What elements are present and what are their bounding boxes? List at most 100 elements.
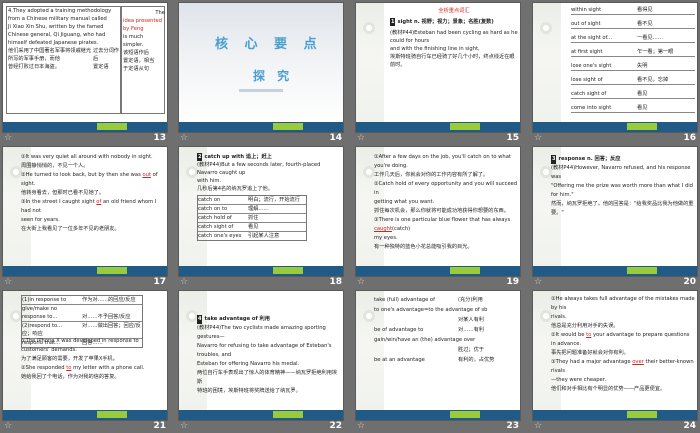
- sentence-part: ②It would be: [551, 332, 585, 338]
- phrase-row: within sight 看得见: [571, 6, 695, 15]
- answer-blank: out: [142, 172, 151, 178]
- text-line: with him.: [197, 178, 222, 184]
- vocab-heading-text: sight n. 视野；视力；景象；名胜(复数): [397, 19, 494, 25]
- phrase-cn: 乍一看；第一眼: [637, 49, 674, 55]
- footer-label: [450, 123, 480, 130]
- slide-23[interactable]: take (full) advantage of (充分)利用 to one's …: [355, 290, 521, 421]
- phrase-row: be of advantage to 对……有利: [374, 325, 518, 335]
- text-line: 4.They adopted a training methodology: [8, 8, 112, 14]
- cell-line: is much simpler.: [123, 34, 144, 48]
- phrase-en: catch sight of: [198, 224, 234, 230]
- footer-bar: [3, 122, 167, 132]
- phrase-row: catch one's eyes 引起某人注意: [198, 232, 306, 240]
- text-line: 在大街上我看见了一位多年不见的老朋友。: [21, 226, 120, 232]
- text-line: ③There is one particular blue flower tha…: [374, 216, 518, 234]
- footer-bar: [533, 122, 697, 132]
- title-background: [179, 3, 343, 124]
- text-line: 要。": [551, 210, 564, 216]
- footer-bar: [356, 122, 520, 132]
- phrase-en: come into sight: [571, 105, 612, 111]
- star-icon: ☆: [4, 421, 13, 431]
- slide-20[interactable]: 3 response n. 回答；反应 (教材P44)However, Navar…: [532, 146, 698, 277]
- text-line: ①It was very quiet all around with nobod…: [21, 154, 153, 160]
- section-subtitle: 探 究: [253, 69, 294, 83]
- slide-number: 15: [506, 133, 519, 143]
- footer-bar: [356, 266, 520, 276]
- text-line: 埃斯特班骑自行车已经骑了好几个小时，终点线近在眼前时。: [390, 54, 515, 68]
- text-line: "Offering me the prize was worth more th…: [551, 183, 693, 198]
- cell-line: 置定语，相当: [123, 58, 155, 64]
- cell-line: 于定语从句: [123, 66, 149, 72]
- star-icon: ☆: [534, 421, 543, 431]
- slide-15[interactable]: 全析重点词汇 1 sight n. 视野；视力；景象；名胜(复数) (教材P44)…: [355, 2, 521, 133]
- footer-bar: [533, 266, 697, 276]
- sentence-part: ②He turned to look back, but by then she…: [21, 172, 141, 178]
- slide-22[interactable]: 4 take advantage of 利用 (教材P44)The two cyc…: [178, 290, 344, 421]
- phrase-cn: 明白；流行，开始流行: [248, 197, 300, 203]
- text-line: my eyes.: [374, 235, 398, 241]
- text-line: ②He turned to look back, but by then she…: [21, 171, 165, 189]
- sentence-part: ③They had a major advantage: [551, 359, 631, 365]
- phrase-row: come into sight 看见: [571, 104, 695, 113]
- phrase-en: catch on to: [198, 206, 228, 212]
- star-icon: ☆: [4, 277, 13, 287]
- slide-18[interactable]: 2 catch up with 追上；赶上 (教材P44)But a few se…: [178, 146, 344, 277]
- slide-24[interactable]: ①He always takes full advantage of the m…: [532, 290, 698, 421]
- phrase-row: at the sight of... 一看见……: [571, 34, 695, 43]
- sentence-part: ③There is one particular blue flower tha…: [374, 217, 511, 223]
- phrase-cn: 看得见: [637, 7, 653, 13]
- phrase-en: at first sight: [571, 49, 603, 55]
- header-right: idea presented by Feng: [123, 18, 162, 32]
- star-icon: ☆: [357, 133, 366, 143]
- pager-24: ☆ 24: [532, 421, 698, 433]
- slide-17[interactable]: ①It was very quiet all around with nobod…: [2, 146, 168, 277]
- text-line: and with the finishing line in sight,: [390, 46, 480, 52]
- slide-14[interactable]: 核 心 要 点 探 究: [178, 2, 344, 133]
- vocab-heading-text: take advantage of 利用: [204, 316, 270, 322]
- pager-17: ☆ 17: [2, 277, 168, 289]
- vocab-heading: 1 sight n. 视野；视力；景象；名胜(复数): [390, 18, 518, 26]
- phrase-row: (1)in response to 作为对……的回应/反应: [22, 296, 142, 305]
- number-badge: 4: [197, 315, 203, 324]
- footer-label: [627, 411, 657, 418]
- phrase-cn: 一看见……: [637, 35, 663, 41]
- footer-label: [450, 267, 480, 274]
- pager-14: ☆ 14: [178, 133, 344, 145]
- slide-13[interactable]: 4.They adopted a training methodology fr…: [2, 2, 168, 133]
- text-line: 工作几天后，你就会对你的工作内容有所了解了。: [374, 172, 489, 178]
- vocab-heading: 2 catch up with 追上；赶上: [197, 153, 341, 161]
- text-line: getting what you want.: [374, 199, 435, 205]
- pager-19: ☆ 19: [355, 277, 521, 289]
- phrase-row: give/make no response to... 对……不予回答/反应: [22, 305, 142, 322]
- text-line: 他总是充分利用对手的失误。: [551, 323, 619, 329]
- text-line: ①He always takes full advantage of the m…: [551, 296, 695, 311]
- text-line: himself defeated Japanese pirates.: [8, 40, 99, 46]
- footer-label: [627, 267, 657, 274]
- slide-16[interactable]: within sight 看得见 out of sight 看不见 at the s…: [532, 2, 698, 133]
- footer-bar: [3, 266, 167, 276]
- slide-number: 19: [506, 277, 519, 287]
- cell-line: 该短语作后: [123, 50, 149, 56]
- text-line: Navarro for refusing to take advantage o…: [197, 343, 332, 358]
- slide-21[interactable]: (1)in response to 作为对……的回应/反应 give/make n…: [2, 290, 168, 421]
- text-line: Chinese general, Qi Jiguang, who had: [8, 32, 106, 38]
- phrase-row: take (full) advantage of (充分)利用: [374, 295, 518, 305]
- slide-number: 14: [329, 133, 342, 143]
- text-line: ②Catch hold of every opportunity and you…: [374, 180, 518, 198]
- phrase-cn: 对……不予回答/反应: [82, 314, 131, 320]
- pager-21: ☆ 21: [2, 421, 168, 433]
- text-line: 然而，纳瓦罗拒绝了。他的回答是："给我奖品比我为他做的重: [551, 201, 694, 207]
- phrase-row: catch hold of 抓住: [198, 214, 306, 223]
- section-title: 核 心 要 点: [215, 37, 323, 52]
- footer-label: [450, 411, 480, 418]
- phrase-cn: 看见: [637, 91, 648, 97]
- text-line: 周围静悄悄的，不见一个人。: [21, 163, 89, 169]
- slide-19[interactable]: ①After a few days on the job, you'll cat…: [355, 146, 521, 277]
- slide-number: 21: [153, 421, 166, 431]
- pager-15: ☆ 15: [355, 133, 521, 145]
- phrase-row: lose sight of 看不见，忘掉: [571, 76, 695, 85]
- footer-label: [273, 411, 303, 418]
- floral-decoration: [533, 3, 561, 132]
- sentence-part: ②Catch hold: [374, 181, 407, 187]
- phrase-cn: 失明: [637, 63, 648, 69]
